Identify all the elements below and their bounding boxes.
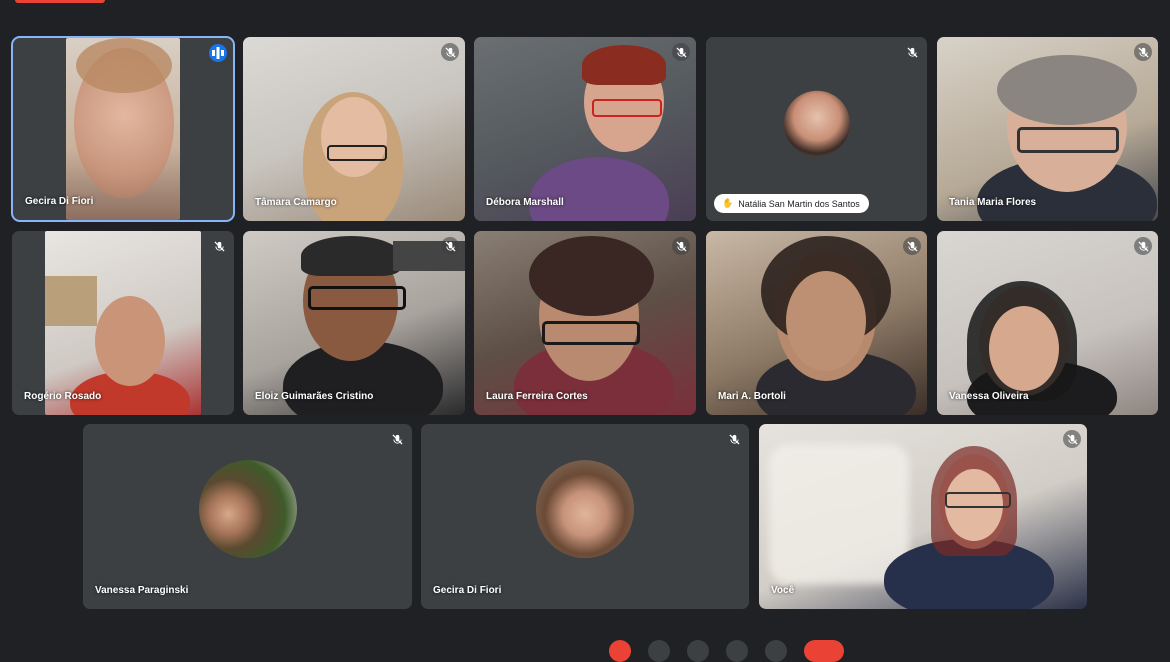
participant-video [759, 424, 1087, 609]
participant-tile-rogerio[interactable]: Rogério Rosado [12, 231, 234, 415]
participant-tile-debora[interactable]: Débora Marshall [474, 37, 696, 221]
participant-avatar [198, 459, 297, 558]
participant-tile-self[interactable]: Você [759, 424, 1087, 609]
participant-tile-vanessa-paraginski[interactable]: Vanessa Paraginski [83, 424, 412, 609]
participant-tile-vanessa-oliveira[interactable]: Vanessa Oliveira [937, 231, 1158, 415]
end-call-button[interactable] [804, 640, 844, 662]
participant-tile-gecira[interactable]: Gecira Di Fiori [13, 38, 233, 220]
participant-tile-tamara[interactable]: Tâmara Camargo [243, 37, 465, 221]
participant-name: Gecira Di Fiori [433, 585, 502, 596]
mic-off-icon [210, 237, 228, 255]
mic-off-icon [388, 430, 406, 448]
participant-avatar [783, 90, 850, 157]
participant-name: Rogério Rosado [24, 391, 102, 402]
captions-button[interactable] [687, 640, 709, 662]
camera-toggle-button[interactable] [648, 640, 670, 662]
participant-tile-tania[interactable]: Tania Maria Flores [937, 37, 1158, 221]
participant-name: Mari A. Bortoli [718, 391, 786, 402]
participant-name: Você [771, 585, 795, 596]
participant-avatar [536, 459, 634, 558]
participant-name: Laura Ferreira Cortes [486, 391, 588, 402]
participant-tile-gecira-2[interactable]: Gecira Di Fiori [421, 424, 749, 609]
participant-name: Vanessa Oliveira [949, 391, 1029, 402]
participant-video [474, 231, 696, 415]
mic-off-icon [672, 237, 690, 255]
mic-off-icon [903, 43, 921, 61]
participant-video [937, 37, 1158, 221]
mic-off-icon [441, 237, 459, 255]
participant-video [243, 37, 465, 221]
mic-off-icon [725, 430, 743, 448]
more-options-button[interactable] [765, 640, 787, 662]
participant-name: Eloiz Guimarães Cristino [255, 391, 374, 402]
raised-hand-chip: ✋ Natália San Martin dos Santos [714, 194, 869, 213]
mic-off-icon [1063, 430, 1081, 448]
participant-video [243, 231, 465, 415]
raise-hand-button[interactable] [726, 640, 748, 662]
mic-off-icon [903, 237, 921, 255]
participant-tile-mari[interactable]: Mari A. Bortoli [706, 231, 927, 415]
participant-name: Débora Marshall [486, 197, 564, 208]
participant-tile-eloiz[interactable]: Eloiz Guimarães Cristino [243, 231, 465, 415]
participant-name: Gecira Di Fiori [25, 196, 94, 207]
mic-off-icon [672, 43, 690, 61]
mic-off-icon [1134, 237, 1152, 255]
recording-indicator [15, 0, 105, 3]
participant-tile-natalia[interactable]: ✋ Natália San Martin dos Santos [706, 37, 927, 221]
participant-name: Tâmara Camargo [255, 197, 337, 208]
mic-off-icon [441, 43, 459, 61]
participant-name: Tania Maria Flores [949, 197, 1037, 208]
audio-levels-icon [209, 44, 227, 62]
participant-video [474, 37, 696, 221]
participant-video [937, 231, 1158, 415]
mic-off-icon [1134, 43, 1152, 61]
mic-toggle-button[interactable] [609, 640, 631, 662]
participant-name: Vanessa Paraginski [95, 585, 189, 596]
participant-video [45, 231, 201, 415]
participant-name: Natália San Martin dos Santos [738, 198, 860, 209]
participant-tile-laura[interactable]: Laura Ferreira Cortes [474, 231, 696, 415]
participant-video [706, 231, 927, 415]
raised-hand-icon: ✋ [722, 198, 734, 208]
participant-video [66, 38, 180, 220]
